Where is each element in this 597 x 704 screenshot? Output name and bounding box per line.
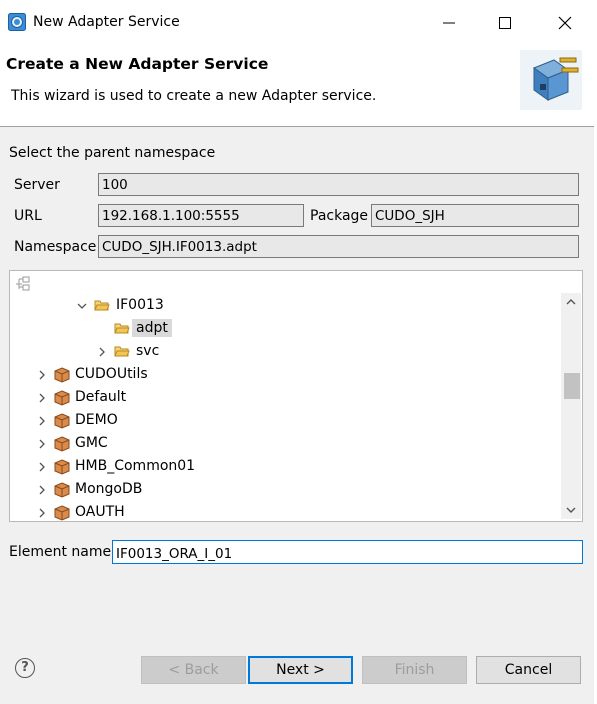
tree-label: OAUTH <box>75 504 125 520</box>
maximize-icon <box>499 17 511 29</box>
chevron-right-icon[interactable] <box>36 484 48 496</box>
tree-row-oauth[interactable]: OAUTH <box>10 502 560 521</box>
banner-title: Create a New Adapter Service <box>6 55 269 73</box>
chevron-right-icon[interactable] <box>36 392 48 404</box>
chevron-right-icon[interactable] <box>36 415 48 427</box>
tree-label: svc <box>136 343 160 359</box>
title-bar: New Adapter Service <box>0 0 597 46</box>
chevron-up-icon[interactable] <box>565 297 577 307</box>
collapse-all-icon[interactable] <box>14 276 32 292</box>
package-icon <box>54 390 70 406</box>
namespace-label: Namespace <box>14 239 97 255</box>
server-label: Server <box>14 177 60 193</box>
tree-row-cudoutils[interactable]: CUDOUtils <box>10 364 560 386</box>
tree-label: GMC <box>75 435 108 451</box>
server-field: 100 <box>98 173 579 196</box>
tree-label: DEMO <box>75 412 118 428</box>
tree-row-if0013[interactable]: IF0013 <box>10 295 560 317</box>
tree-row-mongodb[interactable]: MongoDB <box>10 479 560 501</box>
namespace-field: CUDO_SJH.IF0013.adpt <box>98 235 579 258</box>
url-field: 192.168.1.100:5555 <box>98 204 304 227</box>
chevron-right-icon[interactable] <box>96 346 108 358</box>
url-label: URL <box>14 208 42 224</box>
app-icon <box>8 13 26 31</box>
package-icon <box>54 367 70 383</box>
tree-row-adpt[interactable]: adpt <box>10 318 560 340</box>
folder-open-icon <box>114 346 130 357</box>
chevron-right-icon[interactable] <box>36 369 48 381</box>
tree-row-svc[interactable]: svc <box>10 341 560 363</box>
minimize-icon <box>443 22 455 24</box>
maximize-button[interactable] <box>476 0 534 46</box>
back-button[interactable]: < Back <box>141 656 246 684</box>
tree-label: MongoDB <box>75 481 143 497</box>
tree-row-default[interactable]: Default <box>10 387 560 409</box>
banner-description: This wizard is used to create a new Adap… <box>11 88 377 104</box>
adapter-plug-icon <box>520 50 582 110</box>
tree-label: CUDOUtils <box>75 366 148 382</box>
wizard-banner: Create a New Adapter Service This wizard… <box>0 46 597 127</box>
chevron-right-icon[interactable] <box>36 461 48 473</box>
tree-label: HMB_Common01 <box>75 458 196 474</box>
close-icon <box>558 16 572 30</box>
chevron-down-icon[interactable] <box>76 300 88 312</box>
section-label: Select the parent namespace <box>9 145 216 161</box>
element-name-label: Element name <box>9 544 112 560</box>
folder-open-icon <box>94 300 110 311</box>
tree-row-hmb-common01[interactable]: HMB_Common01 <box>10 456 560 478</box>
window-title: New Adapter Service <box>33 14 180 30</box>
cancel-button[interactable]: Cancel <box>476 656 581 684</box>
tree-scrollbar[interactable] <box>561 293 581 519</box>
chevron-right-icon[interactable] <box>36 438 48 450</box>
package-icon <box>54 413 70 429</box>
chevron-down-icon[interactable] <box>565 505 577 515</box>
finish-button[interactable]: Finish <box>362 656 467 684</box>
chevron-right-icon[interactable] <box>36 507 48 519</box>
tree-label-selected: adpt <box>132 319 172 337</box>
minimize-button[interactable] <box>420 0 478 46</box>
tree-label: IF0013 <box>116 297 164 313</box>
package-field: CUDO_SJH <box>371 204 579 227</box>
tree-label: Default <box>75 389 127 405</box>
package-icon <box>54 459 70 475</box>
package-icon <box>54 482 70 498</box>
help-icon[interactable]: ? <box>15 658 35 678</box>
scrollbar-thumb[interactable] <box>564 373 580 399</box>
tree-row-gmc[interactable]: GMC <box>10 433 560 455</box>
tree-row-demo[interactable]: DEMO <box>10 410 560 432</box>
namespace-tree[interactable]: IF0013 adpt svc CUDOUtils Default DEMO G… <box>9 270 583 522</box>
element-name-input[interactable] <box>112 540 583 564</box>
package-icon <box>54 505 70 521</box>
close-button[interactable] <box>536 0 594 46</box>
next-button[interactable]: Next > <box>248 656 353 684</box>
package-label: Package <box>310 208 369 224</box>
folder-open-icon <box>114 323 130 334</box>
package-icon <box>54 436 70 452</box>
